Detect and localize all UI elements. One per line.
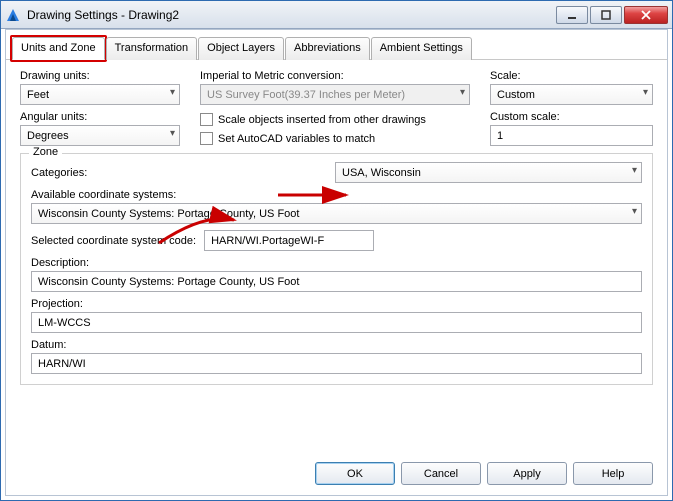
custom-scale-input[interactable]: 1 — [490, 125, 653, 146]
autocad-vars-checkbox[interactable]: Set AutoCAD variables to match — [200, 132, 470, 145]
projection-field: LM-WCCS — [31, 312, 642, 333]
datum-label: Datum: — [31, 339, 66, 351]
window-title: Drawing Settings - Drawing2 — [27, 8, 554, 22]
description-field: Wisconsin County Systems: Portage County… — [31, 271, 642, 292]
scale-label: Scale: — [490, 70, 653, 82]
available-cs-combo[interactable]: Wisconsin County Systems: Portage County… — [31, 203, 642, 224]
titlebar[interactable]: Drawing Settings - Drawing2 — [1, 1, 672, 29]
conversion-label: Imperial to Metric conversion: — [200, 70, 470, 82]
categories-combo[interactable]: USA, Wisconsin — [335, 162, 642, 183]
tab-body: Drawing units: Feet Imperial to Metric c… — [6, 60, 667, 385]
apply-button[interactable]: Apply — [487, 462, 567, 485]
tab-strip: Units and Zone Transformation Object Lay… — [6, 30, 667, 60]
window-controls — [554, 6, 668, 24]
checkbox-icon — [200, 113, 213, 126]
selected-code-field[interactable]: HARN/WI.PortageWI-F — [204, 230, 374, 251]
dialog-window: Drawing Settings - Drawing2 Units and Zo… — [0, 0, 673, 501]
drawing-units-label: Drawing units: — [20, 70, 180, 82]
tab-units-and-zone[interactable]: Units and Zone — [12, 37, 105, 60]
projection-label: Projection: — [31, 298, 83, 310]
tab-transformation[interactable]: Transformation — [106, 37, 198, 60]
custom-scale-label: Custom scale: — [490, 111, 653, 123]
available-cs-label: Available coordinate systems: — [31, 189, 176, 201]
maximize-button[interactable] — [590, 6, 622, 24]
description-label: Description: — [31, 257, 89, 269]
help-button[interactable]: Help — [573, 462, 653, 485]
close-button[interactable] — [624, 6, 668, 24]
checkbox-icon — [200, 132, 213, 145]
drawing-units-combo[interactable]: Feet — [20, 84, 180, 105]
minimize-button[interactable] — [556, 6, 588, 24]
tab-object-layers[interactable]: Object Layers — [198, 37, 284, 60]
ok-button[interactable]: OK — [315, 462, 395, 485]
categories-label: Categories: — [31, 167, 321, 179]
zone-legend: Zone — [29, 146, 62, 158]
conversion-combo: US Survey Foot(39.37 Inches per Meter) — [200, 84, 470, 105]
angular-units-label: Angular units: — [20, 111, 180, 123]
dialog-buttons: OK Cancel Apply Help — [315, 462, 653, 485]
tab-ambient-settings[interactable]: Ambient Settings — [371, 37, 472, 60]
client-area: Units and Zone Transformation Object Lay… — [5, 29, 668, 496]
scale-combo[interactable]: Custom — [490, 84, 653, 105]
datum-field: HARN/WI — [31, 353, 642, 374]
scale-objects-checkbox[interactable]: Scale objects inserted from other drawin… — [200, 113, 470, 126]
angular-units-combo[interactable]: Degrees — [20, 125, 180, 146]
selected-code-label: Selected coordinate system code: — [31, 235, 196, 247]
cancel-button[interactable]: Cancel — [401, 462, 481, 485]
zone-group: Zone Categories: USA, Wisconsin Availabl… — [20, 153, 653, 385]
tab-abbreviations[interactable]: Abbreviations — [285, 37, 370, 60]
app-icon — [5, 7, 21, 23]
